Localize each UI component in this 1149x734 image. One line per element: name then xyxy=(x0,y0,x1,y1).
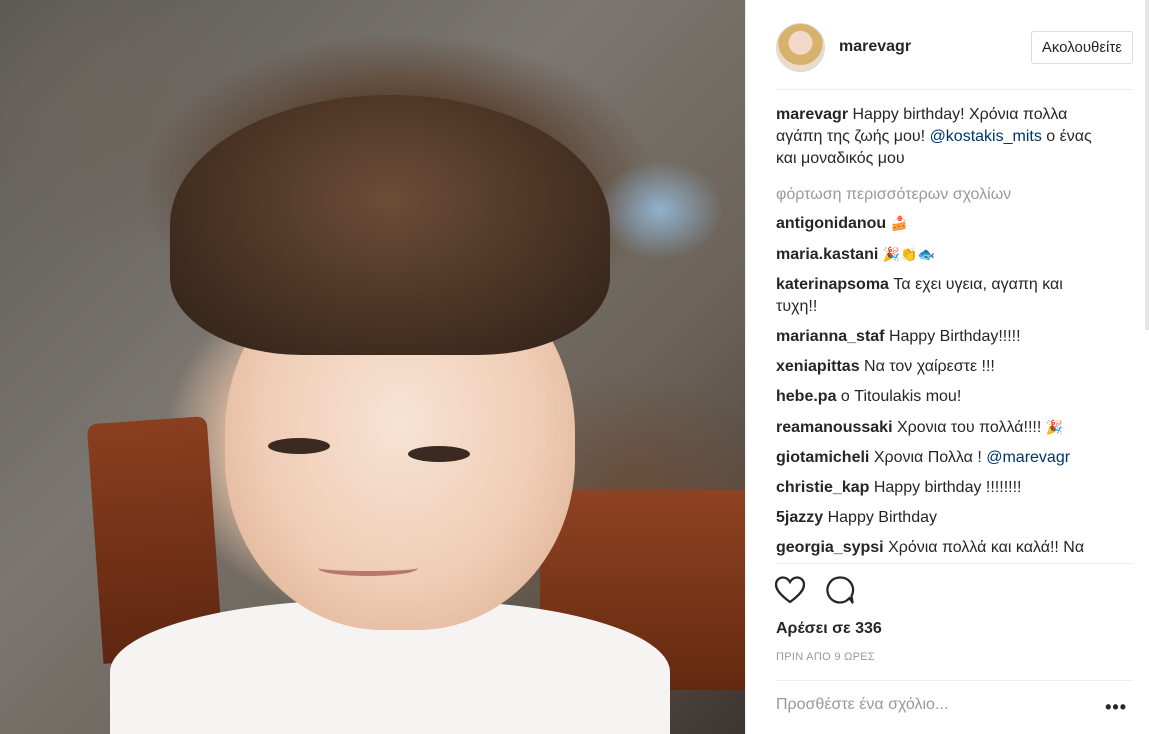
comment-text: ο Titoulakis mou! xyxy=(840,388,962,405)
comment-mention[interactable]: @marevagr xyxy=(986,449,1070,466)
comment-text: Χρονια Πολλα ! xyxy=(873,449,982,466)
comment-item: katerinapsoma Τα εχει υγεια, αγαπη και τ… xyxy=(776,274,1106,318)
header-divider xyxy=(776,89,1133,90)
comment-item: giotamicheli Χρονια Πολλα ! @marevagr xyxy=(776,447,1106,469)
comment-text: Happy birthday !!!!!!!! xyxy=(873,479,1022,496)
post-photo xyxy=(0,0,745,734)
comment-text: Happy Birthday xyxy=(827,509,937,526)
post-timestamp[interactable]: ΠΡΙΝ ΑΠΟ 9 ΩΡΕΣ xyxy=(776,651,875,663)
comment-item: 5jazzy Happy Birthday xyxy=(776,507,1106,529)
comment-emoji: 🍰 xyxy=(890,215,909,231)
comment-username[interactable]: reamanoussaki xyxy=(776,419,893,436)
comment-username[interactable]: antigonidanou xyxy=(776,215,886,232)
comment-emoji: 🎉 xyxy=(1045,419,1064,435)
comment-username[interactable]: marianna_staf xyxy=(776,328,885,345)
comment-item: maria.kastani 🎉👏🐟 xyxy=(776,243,1106,266)
post-header: marevagr Ακολουθείτε xyxy=(776,17,1133,77)
footer-divider xyxy=(776,680,1133,681)
comment-username[interactable]: georgia_sypsi xyxy=(776,539,884,556)
comment-item: xeniapittas Να τον χαίρεστε !!! xyxy=(776,356,1106,378)
comment-item: hebe.pa ο Titoulakis mou! xyxy=(776,386,1106,408)
comments-divider xyxy=(776,563,1133,564)
header-username[interactable]: marevagr xyxy=(839,38,911,56)
post-side-panel: marevagr Ακολουθείτε marevagr Happy birt… xyxy=(745,0,1149,734)
comment-username[interactable]: xeniapittas xyxy=(776,358,860,375)
likes-count[interactable]: Αρέσει σε 336 xyxy=(776,620,882,638)
comment-rows: antigonidanou 🍰 maria.kastani 🎉👏🐟 katerina… xyxy=(776,212,1106,564)
comment-text: Χρονια του πολλά!!!! xyxy=(896,419,1042,436)
comment-text: Happy Birthday!!!!! xyxy=(888,328,1021,345)
comment-icon[interactable] xyxy=(824,574,856,606)
comment-item: christie_kap Happy birthday !!!!!!!! xyxy=(776,477,1106,499)
caption-mention[interactable]: @kostakis_mits xyxy=(930,128,1042,145)
comment-item: georgia_sypsi Χρόνια πολλά και καλά!! Να… xyxy=(776,537,1106,564)
comments-list: marevagr Happy birthday! Χρόνια πολλα αγ… xyxy=(776,104,1106,564)
child-hair xyxy=(170,95,610,355)
comment-username[interactable]: katerinapsoma xyxy=(776,276,889,293)
comment-username[interactable]: giotamicheli xyxy=(776,449,869,466)
avatar[interactable] xyxy=(776,22,825,72)
child-eye-left xyxy=(268,438,330,454)
caption-username[interactable]: marevagr xyxy=(776,106,848,123)
comment-item: reamanoussaki Χρονια του πολλά!!!! 🎉 xyxy=(776,416,1106,439)
scrollbar[interactable] xyxy=(1145,0,1149,330)
heart-icon[interactable] xyxy=(774,574,806,606)
comment-username[interactable]: maria.kastani xyxy=(776,246,878,263)
comment-item: marianna_staf Happy Birthday!!!!! xyxy=(776,326,1106,348)
child-eye-right xyxy=(408,446,470,462)
post-caption: marevagr Happy birthday! Χρόνια πολλα αγ… xyxy=(776,104,1106,170)
post-actions xyxy=(774,574,856,606)
load-more-comments-link[interactable]: φόρτωση περισσότερων σχολίων xyxy=(776,184,1106,206)
child-smile xyxy=(318,560,418,576)
comment-username[interactable]: hebe.pa xyxy=(776,388,836,405)
following-button[interactable]: Ακολουθείτε xyxy=(1030,30,1133,64)
comment-username[interactable]: 5jazzy xyxy=(776,509,823,526)
more-options-icon[interactable]: ••• xyxy=(1105,698,1127,716)
comment-emoji: 🎉👏🐟 xyxy=(882,246,936,262)
comment-username[interactable]: christie_kap xyxy=(776,479,869,496)
add-comment-input[interactable] xyxy=(776,696,1076,714)
comment-text: Να τον χαίρεστε !!! xyxy=(864,358,995,375)
comment-item: antigonidanou 🍰 xyxy=(776,212,1106,235)
